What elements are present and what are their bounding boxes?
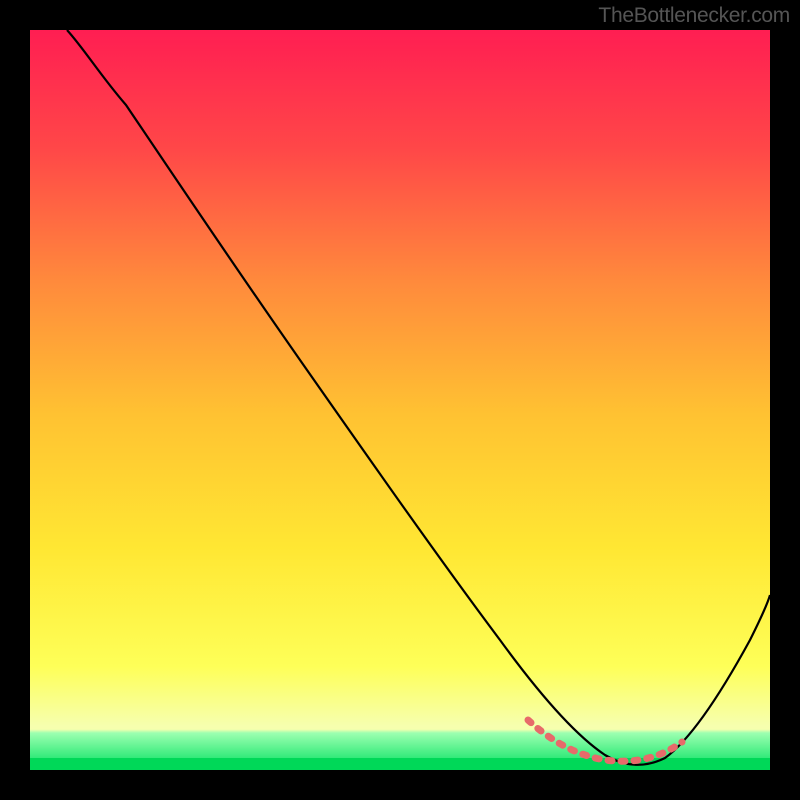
chart-svg	[30, 30, 770, 770]
chart-background	[30, 30, 770, 770]
chart-canvas	[30, 30, 770, 770]
watermark-text: TheBottlenecker.com	[598, 4, 790, 28]
